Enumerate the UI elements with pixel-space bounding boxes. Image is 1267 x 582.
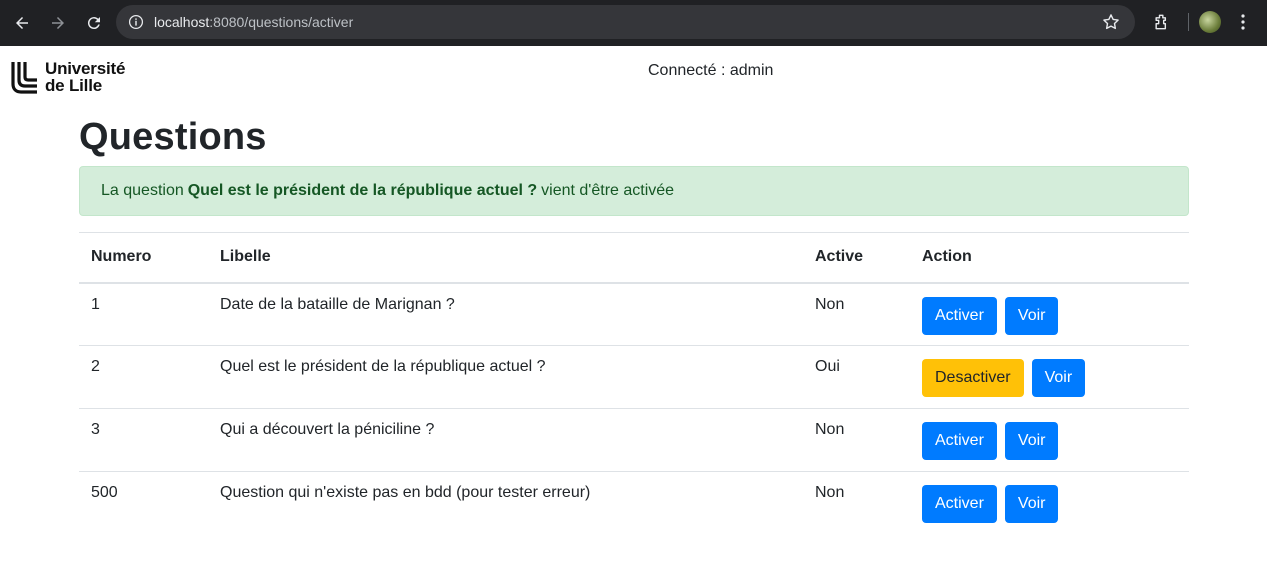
view-button[interactable]: Voir: [1004, 296, 1059, 335]
logo-line-1: Université: [45, 59, 126, 78]
university-logo[interactable]: Université de Lille: [11, 60, 125, 94]
arrow-left-icon: [16, 17, 28, 29]
university-logo-mark: [11, 60, 39, 94]
cell-action: Activer Voir: [910, 283, 1189, 346]
table-header-row: Numero Libelle Active Action: [79, 232, 1189, 284]
cell-numero: 1: [91, 295, 100, 313]
cell-action: Desactiver Voir: [910, 345, 1189, 409]
profile-avatar[interactable]: [1199, 11, 1221, 33]
cell-numero: 500: [79, 471, 208, 535]
questions-table: Numero Libelle Active Action 1 Date de l…: [79, 232, 1189, 535]
cell-libelle: Date de la bataille de Marignan ?: [220, 295, 455, 313]
cell-libelle: Quel est le président de la république a…: [208, 345, 803, 409]
alert-prefix: La question: [101, 182, 184, 199]
logo-line-2: de Lille: [45, 76, 102, 95]
reload-icon: [87, 17, 100, 30]
cell-numero: 2: [79, 345, 208, 409]
address-bar[interactable]: localhost:8080/questions/activer: [116, 5, 1135, 39]
cell-active: Non: [803, 408, 910, 472]
cell-libelle: Qui a découvert la péniciline ?: [208, 408, 803, 472]
bookmark-star-icon[interactable]: [1101, 12, 1121, 32]
connected-user-label: Connecté : admin: [648, 62, 774, 79]
kebab-menu-icon[interactable]: [1231, 8, 1255, 36]
table-row: 1 Date de la bataille de Marignan ? Non …: [79, 283, 1189, 346]
cell-active: Non: [815, 295, 845, 313]
column-header-action: Action: [910, 232, 1189, 284]
view-button[interactable]: Voir: [1031, 359, 1086, 397]
activate-button[interactable]: Activer: [922, 422, 997, 460]
cell-active: Non: [803, 471, 910, 535]
extensions-icon[interactable]: [1148, 8, 1176, 36]
cell-action: Activer Voir: [910, 408, 1189, 472]
alert-suffix: vient d'être activée: [541, 182, 675, 199]
table-row: 3 Qui a découvert la péniciline ? Non Ac…: [79, 408, 1189, 472]
table-row: 500 Question qui n'existe pas en bdd (po…: [79, 471, 1189, 535]
activate-button[interactable]: Activer: [922, 296, 997, 335]
cell-active: Oui: [803, 345, 910, 409]
toolbar-divider: [1188, 13, 1189, 31]
column-header-libelle: Libelle: [208, 232, 803, 284]
page-content: Université de Lille Connecté : admin Que…: [0, 46, 1267, 582]
alert-question: Quel est le président de la république a…: [187, 182, 538, 199]
url-host: localhost: [154, 14, 210, 30]
success-alert: La question Quel est le président de la …: [79, 166, 1189, 216]
url-path: :8080/questions/activer: [209, 14, 354, 30]
forward-button[interactable]: [44, 9, 72, 37]
column-header-numero: Numero: [79, 232, 208, 284]
url-text[interactable]: localhost:8080/questions/activer: [154, 14, 353, 30]
site-info-icon[interactable]: [126, 12, 146, 32]
deactivate-button[interactable]: Desactiver: [922, 359, 1024, 397]
column-header-active: Active: [803, 232, 910, 284]
arrow-right-icon: [52, 17, 64, 29]
cell-libelle: Question qui n'existe pas en bdd (pour t…: [208, 471, 803, 535]
browser-toolbar: localhost:8080/questions/activer: [0, 0, 1267, 46]
view-button[interactable]: Voir: [1004, 485, 1059, 523]
activate-button[interactable]: Activer: [922, 485, 997, 523]
view-button[interactable]: Voir: [1004, 422, 1059, 460]
table-row: 2 Quel est le président de la république…: [79, 345, 1189, 409]
page-title: Questions: [79, 116, 267, 158]
cell-numero: 3: [79, 408, 208, 472]
back-button[interactable]: [8, 9, 36, 37]
reload-button[interactable]: [80, 9, 108, 37]
cell-action: Activer Voir: [910, 471, 1189, 535]
